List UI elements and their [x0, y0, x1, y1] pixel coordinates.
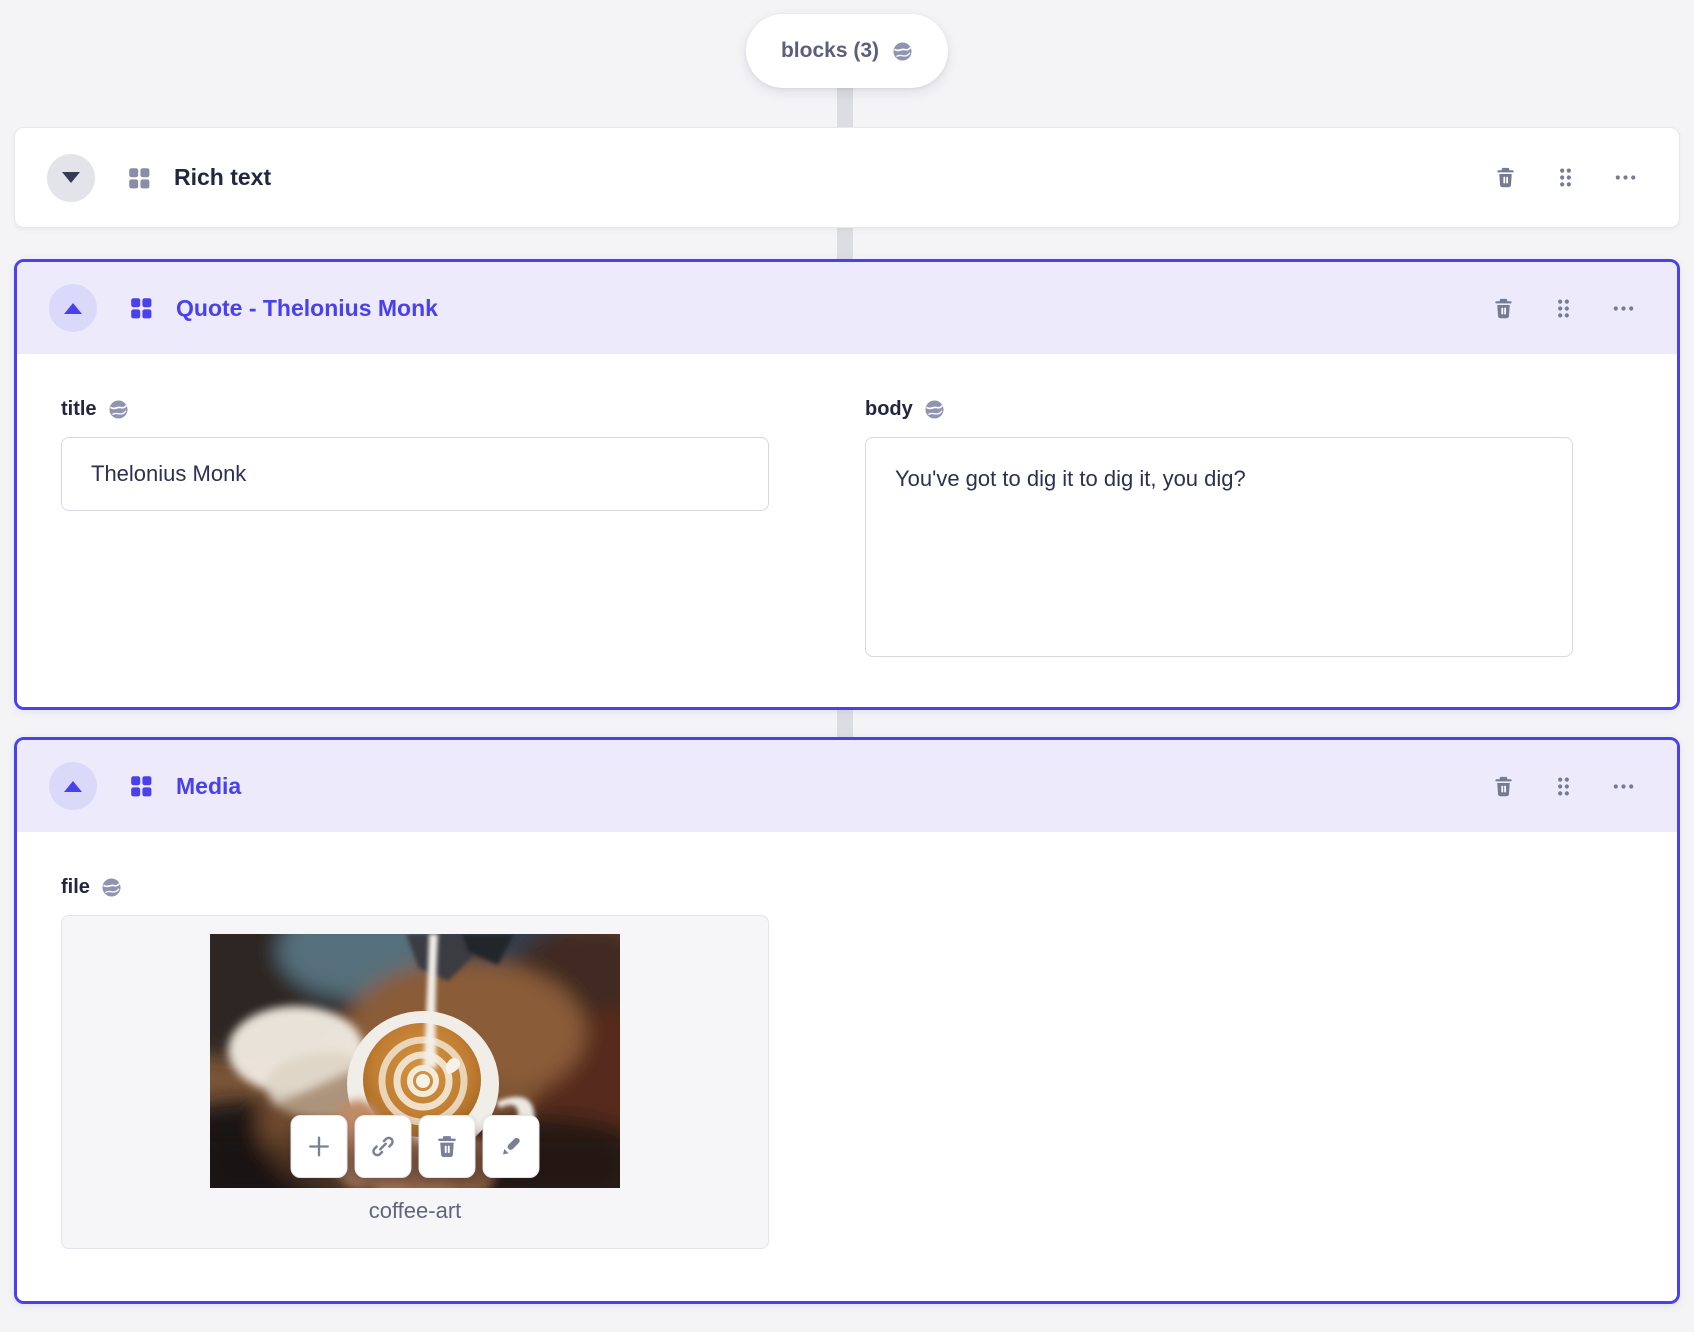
block-rich-text: Rich text: [14, 127, 1680, 228]
block-title: Rich text: [174, 164, 272, 190]
expand-block-button[interactable]: [47, 153, 95, 202]
field-body: body You've got to dig it to dig it, you…: [865, 398, 1573, 662]
block-header: Media: [17, 740, 1677, 832]
drag-dots-icon: [1553, 165, 1578, 190]
block-actions: [1485, 768, 1677, 804]
field-label-row: title: [61, 398, 769, 421]
collapse-block-button[interactable]: [49, 284, 97, 332]
edit-icon: [498, 1133, 525, 1160]
add-media-button[interactable]: [290, 1115, 348, 1178]
delete-block-button[interactable]: [1485, 290, 1521, 326]
globe-icon: [108, 399, 129, 420]
ellipsis-icon: [1611, 774, 1636, 799]
drag-handle[interactable]: [1545, 290, 1581, 326]
block-menu-button[interactable]: [1605, 768, 1641, 804]
chevron-up-icon: [64, 780, 82, 792]
block-list: Rich text Quote - Thelonius Monk title T…: [14, 127, 1680, 1304]
field-label: title: [61, 398, 97, 420]
field-label: file: [61, 876, 90, 898]
chevron-up-icon: [64, 302, 82, 314]
block-actions: [1485, 290, 1677, 326]
globe-icon: [101, 877, 122, 898]
block-fields: title body You've got to dig it to dig i…: [17, 354, 1677, 707]
media-action-toolbar: [290, 1115, 540, 1178]
copy-link-button[interactable]: [354, 1115, 412, 1178]
field-label-row: file: [61, 876, 1633, 899]
blocks-pill-label: blocks (3): [780, 39, 880, 62]
title-input[interactable]: [61, 437, 769, 511]
block-title: Media: [176, 772, 242, 799]
drag-dots-icon: [1551, 296, 1576, 321]
block-quote: Quote - Thelonius Monk title Thelonius M…: [14, 259, 1680, 710]
block-title: Quote - Thelonius Monk: [176, 294, 438, 321]
trash-icon: [1493, 165, 1518, 190]
block-actions: [1487, 160, 1679, 196]
block-menu-button[interactable]: [1607, 160, 1643, 196]
trash-icon: [434, 1133, 461, 1160]
delete-block-button[interactable]: [1487, 160, 1523, 196]
remove-media-button[interactable]: [418, 1115, 476, 1178]
edit-media-button[interactable]: [482, 1115, 540, 1178]
globe-icon: [892, 41, 913, 62]
field-label: body: [865, 398, 913, 420]
block-type-icon: [128, 773, 154, 799]
drag-handle[interactable]: [1545, 768, 1581, 804]
ellipsis-icon: [1611, 296, 1636, 321]
trash-icon: [1491, 296, 1516, 321]
block-fields: file coffee-art: [17, 832, 1677, 1301]
block-type-icon: [128, 295, 154, 321]
body-textarea[interactable]: You've got to dig it to dig it, you dig?: [865, 437, 1573, 657]
media-preview-image[interactable]: [210, 934, 620, 1188]
trash-icon: [1491, 774, 1516, 799]
delete-block-button[interactable]: [1485, 768, 1521, 804]
drag-handle[interactable]: [1547, 160, 1583, 196]
drag-dots-icon: [1551, 774, 1576, 799]
field-title: title: [61, 398, 769, 662]
blocks-count-pill: blocks (3): [745, 14, 949, 88]
block-type-icon: [126, 165, 152, 191]
block-menu-button[interactable]: [1605, 290, 1641, 326]
plus-icon: [306, 1133, 333, 1160]
block-header: Quote - Thelonius Monk: [17, 262, 1677, 354]
block-media: Media file coffee-art: [14, 737, 1680, 1304]
ellipsis-icon: [1613, 165, 1638, 190]
field-label-row: body: [865, 398, 1573, 421]
chevron-down-icon: [62, 172, 80, 183]
file-dropzone: coffee-art: [61, 915, 769, 1249]
media-filename: coffee-art: [368, 1198, 462, 1223]
collapse-block-button[interactable]: [49, 762, 97, 810]
link-icon: [370, 1133, 397, 1160]
globe-icon: [924, 399, 945, 420]
